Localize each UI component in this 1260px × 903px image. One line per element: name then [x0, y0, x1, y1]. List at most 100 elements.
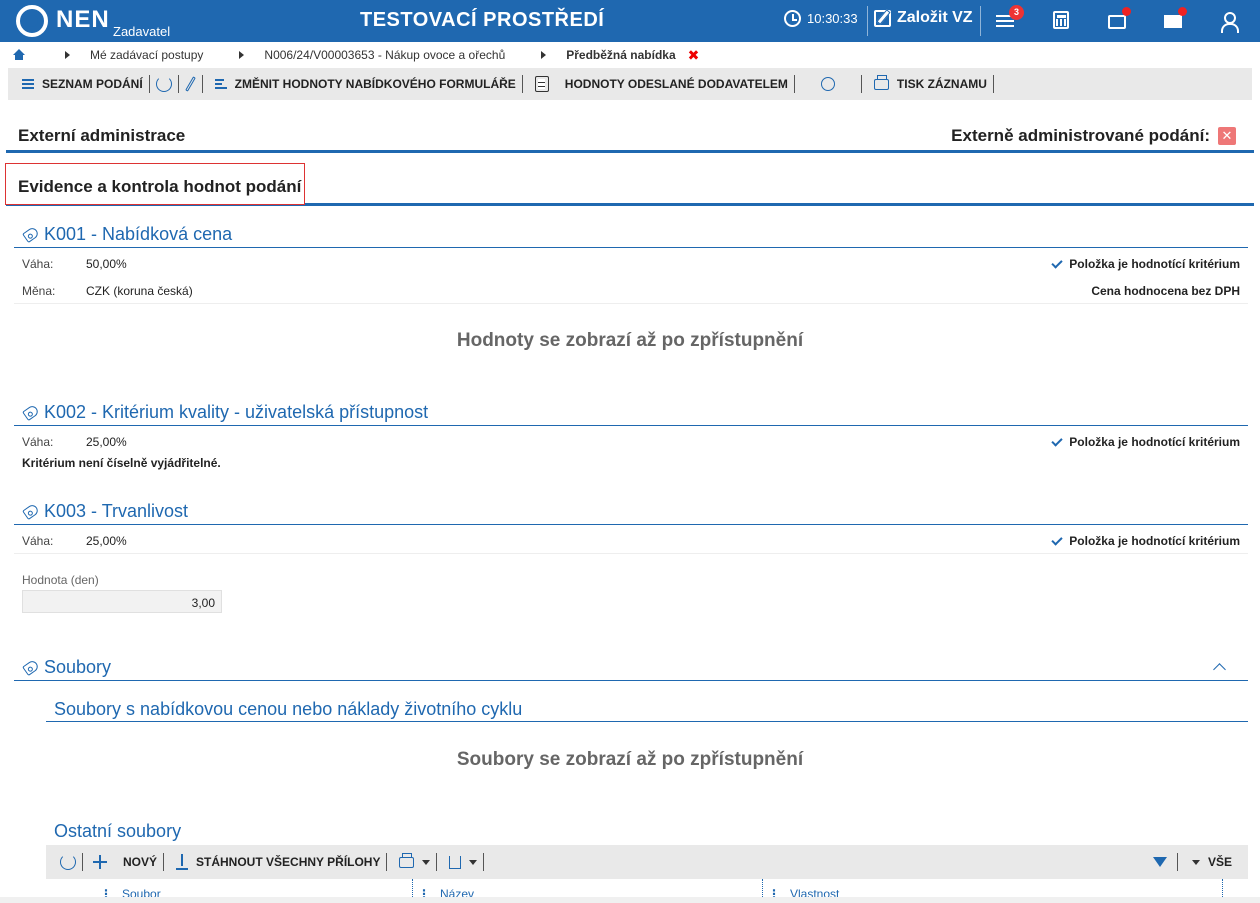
tasks-badge: 3: [1009, 5, 1024, 20]
caret-down-icon: [469, 859, 478, 865]
close-icon[interactable]: ✖: [688, 47, 700, 64]
share-icon: [449, 855, 462, 869]
value-days-field: 3,00: [22, 590, 222, 613]
weight-label: Váha:: [22, 534, 54, 548]
user-profile-button[interactable]: [1218, 10, 1240, 33]
change-form-values-label: ZMĚNIT HODNOTY NABÍDKOVÉHO FORMULÁŘE: [234, 77, 516, 91]
tab-evidence[interactable]: Evidence a kontrola hodnot podání: [5, 163, 305, 205]
values-placeholder: Hodnoty se zobrazí až po zpřístupnění: [456, 330, 804, 351]
clock-time: 10:30:33: [807, 11, 858, 26]
breadcrumb-item[interactable]: Mé zadávací postupy: [90, 48, 203, 62]
create-vz-label: Založit VZ: [897, 9, 973, 26]
weight-label: Váha:: [22, 435, 54, 449]
nen-logo-icon[interactable]: [16, 5, 48, 37]
breadcrumb-item[interactable]: N006/24/V00003653 - Nákup ovoce a ořechů: [264, 48, 505, 62]
environment-title: TESTOVACÍ PROSTŘEDÍ: [360, 9, 605, 31]
top-bar: NEN Zadavatel TESTOVACÍ PROSTŘEDÍ 10:30:…: [0, 0, 1260, 42]
download-all-button[interactable]: STÁHNOUT VŠECHNY PŘÍLOHY: [164, 845, 386, 879]
criterion-k001-currency-row: Měna: CZK (koruna česká) Cena hodnocena …: [14, 278, 1248, 304]
external-administration-title: Externí administrace: [18, 126, 186, 145]
criterion-k001-weight-row: Váha: 50,00% Položka je hodnotící kritér…: [14, 251, 1248, 277]
brand-name[interactable]: NEN: [56, 6, 110, 34]
create-vz-button[interactable]: Založit VZ: [874, 9, 973, 27]
divider: [992, 75, 994, 93]
caret-down-icon: [1191, 859, 1200, 865]
session-clock: 10:30:33: [784, 10, 858, 27]
home-icon[interactable]: [13, 49, 25, 61]
divider: [867, 6, 868, 36]
award-button[interactable]: [795, 68, 861, 100]
criterion-flag: Položka je hodnotící kritérium: [1051, 256, 1240, 271]
externally-administered-label: Externě administrované podání:: [951, 126, 1210, 145]
messages-button[interactable]: [1162, 7, 1187, 32]
print-record-label: TISK ZÁZNAMU: [896, 77, 987, 91]
other-files-header: Ostatní soubory: [54, 821, 182, 841]
submissions-list-button[interactable]: SEZNAM PODÁNÍ: [8, 68, 149, 100]
criterion-flag: Položka je hodnotící kritérium: [1051, 434, 1240, 449]
printer-icon: [399, 852, 415, 868]
supplier-sent-values-button[interactable]: HODNOTY ODESLANÉ DODAVATELEM: [523, 68, 794, 100]
pencil-icon: [184, 76, 196, 92]
filter-button[interactable]: [1143, 845, 1177, 879]
price-files-header: Soubory s nabídkovou cenou nebo náklady …: [46, 698, 1248, 722]
change-form-values-button[interactable]: ZMĚNIT HODNOTY NABÍDKOVÉHO FORMULÁŘE: [203, 68, 522, 100]
tasks-menu-button[interactable]: 3: [996, 5, 1024, 32]
files-header[interactable]: Soubory: [14, 655, 1248, 681]
inbox-button[interactable]: [1106, 7, 1131, 32]
criterion-flag: Položka je hodnotící kritérium: [1051, 533, 1240, 548]
filter-icon: [1152, 857, 1167, 867]
brand-role: Zadavatel: [113, 24, 171, 39]
files-title: Soubory: [44, 657, 112, 677]
printer-icon: [873, 74, 889, 90]
new-file-button[interactable]: NOVÝ: [83, 845, 163, 879]
criterion-flag-label: Položka je hodnotící kritérium: [1069, 257, 1240, 271]
criterion-k003-title: K003 - Trvanlivost: [44, 501, 189, 521]
supplier-sent-values-label: HODNOTY ODESLANÉ DODAVATELEM: [564, 77, 788, 91]
chevron-right-icon: [239, 51, 245, 59]
tag-icon: [22, 658, 40, 677]
breadcrumb: Mé zadávací postupy N006/24/V00003653 - …: [0, 42, 1260, 68]
action-toolbar: SEZNAM PODÁNÍ ZMĚNIT HODNOTY NABÍDKOVÉHO…: [8, 68, 1252, 100]
vat-note: Cena hodnocena bez DPH: [1091, 284, 1240, 298]
weight-label: Váha:: [22, 257, 54, 271]
horizontal-scrollbar[interactable]: [0, 897, 1260, 903]
user-icon: [1218, 10, 1240, 33]
tag-icon: [22, 403, 40, 422]
criterion-flag-label: Položka je hodnotící kritérium: [1069, 435, 1240, 449]
calculator-button[interactable]: [1050, 10, 1072, 32]
print-record-button[interactable]: TISK ZÁZNAMU: [862, 68, 993, 100]
edit-button[interactable]: [179, 68, 202, 100]
download-icon: [176, 854, 189, 870]
caret-down-icon: [422, 859, 431, 865]
currency-value: CZK (koruna česká): [86, 284, 193, 298]
tag-icon: [22, 502, 40, 521]
externally-administered-status-icon: ✕: [1218, 127, 1236, 145]
evidence-title: Evidence a kontrola hodnot podání: [18, 177, 302, 196]
external-administration-header: Externí administrace Externě administrov…: [6, 115, 1254, 153]
list-edit-icon: [214, 77, 227, 92]
criterion-k002-title: K002 - Kritérium kvality - uživatelská p…: [44, 402, 429, 422]
criterion-k002-weight-row: Váha: 25,00% Položka je hodnotící kritér…: [14, 429, 1248, 455]
currency-label: Měna:: [22, 284, 56, 298]
criterion-flag-label: Položka je hodnotící kritérium: [1069, 534, 1240, 548]
submissions-list-label: SEZNAM PODÁNÍ: [42, 77, 143, 91]
criterion-k003-header: K003 - Trvanlivost: [14, 499, 1248, 525]
edit-icon: [874, 9, 891, 27]
refresh-icon: [60, 854, 76, 870]
files-refresh-button[interactable]: [46, 845, 82, 879]
view-select[interactable]: VŠE: [1178, 845, 1248, 879]
calculator-icon: [1053, 11, 1069, 29]
files-grid-toolbar: NOVÝ STÁHNOUT VŠECHNY PŘÍLOHY VŠE: [46, 845, 1248, 879]
divider: [980, 6, 981, 36]
criterion-k002-header: K002 - Kritérium kvality - uživatelská p…: [14, 400, 1248, 426]
weight-value: 25,00%: [86, 534, 127, 548]
list-icon: [22, 77, 34, 92]
print-menu-button[interactable]: [387, 845, 436, 879]
tag-icon: [22, 225, 40, 244]
chevron-up-icon[interactable]: [1213, 663, 1226, 676]
export-menu-button[interactable]: [437, 845, 483, 879]
notification-dot: [1178, 7, 1187, 16]
criterion-k003-weight-row: Váha: 25,00% Položka je hodnotící kritér…: [14, 528, 1248, 554]
refresh-button[interactable]: [150, 68, 178, 100]
plus-icon: [93, 855, 107, 869]
